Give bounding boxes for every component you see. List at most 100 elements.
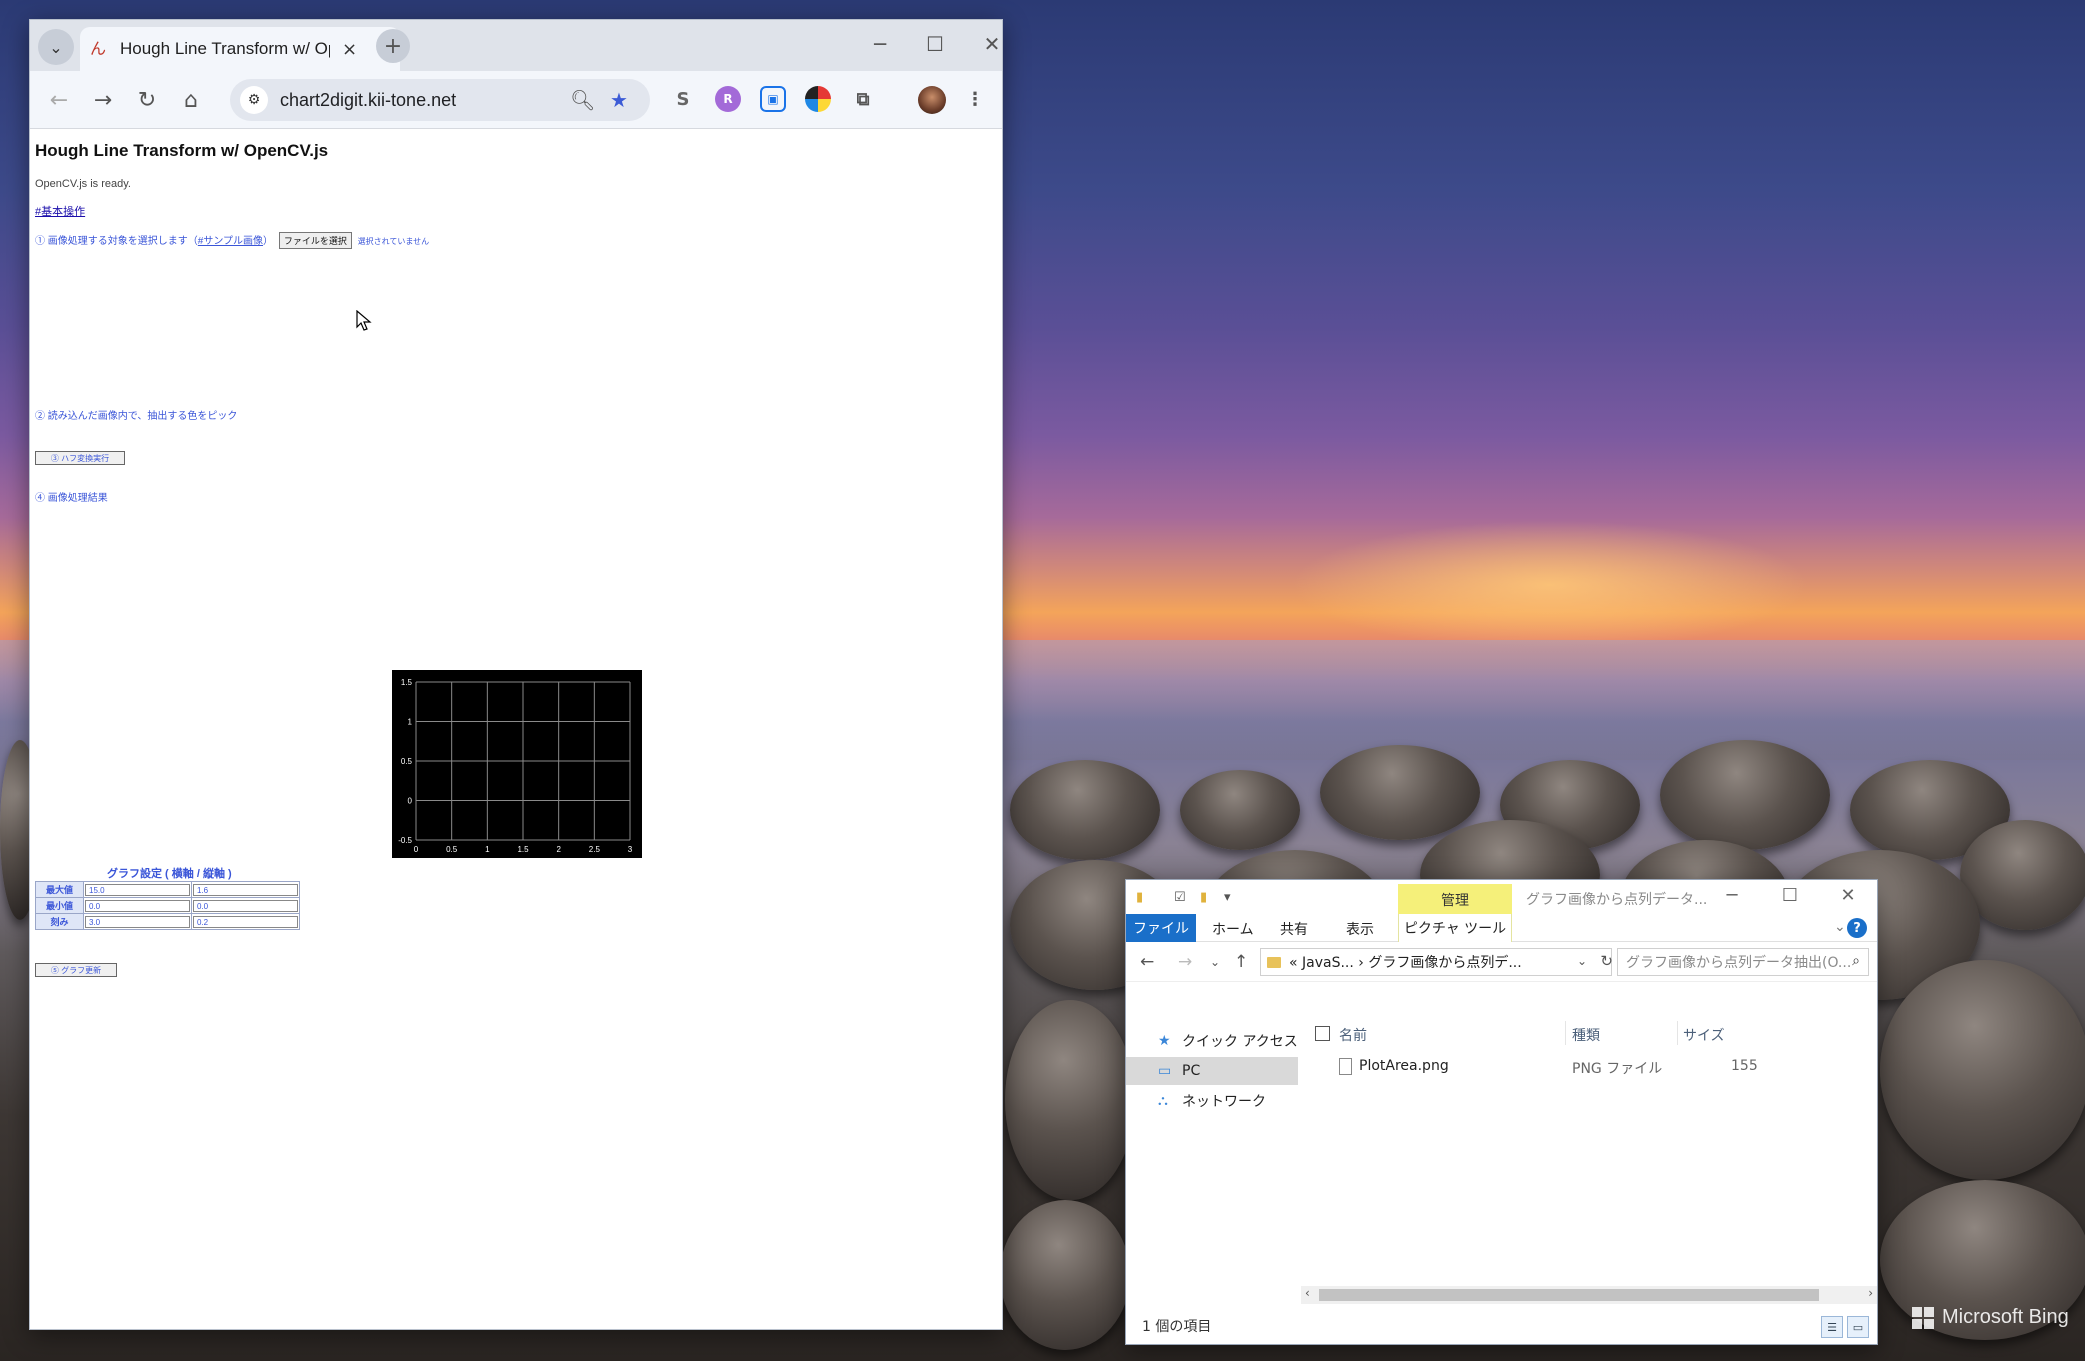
nav-network-label: ネットワーク [1182,1094,1266,1110]
close-tab-icon[interactable]: × [342,39,357,60]
share-tab[interactable]: 共有 [1280,919,1308,939]
x-tick-label: 0.5 [446,845,458,854]
scrollbar-thumb[interactable] [1319,1289,1819,1301]
nav-quick-access[interactable]: ★ クイック アクセス [1126,1027,1298,1055]
forward-icon[interactable]: → [88,85,118,115]
folder-icon[interactable]: ▮ [1136,890,1143,905]
screenshot-extension-icon[interactable]: ▣ [760,86,786,112]
extension-s-icon[interactable]: S [670,86,696,112]
home-icon[interactable]: ⌂ [176,85,206,115]
explorer-minimize-button[interactable]: ─ [1712,885,1752,906]
explorer-search-input[interactable]: グラフ画像から点列データ抽出(O... ⌕ [1617,948,1869,976]
explorer-address-bar[interactable]: « JavaS... › グラフ画像から点列デ... ⌄ ↻ [1260,948,1613,976]
expand-ribbon-icon[interactable]: ⌄ [1834,919,1846,935]
address-dropdown-icon[interactable]: ⌄ [1577,954,1587,968]
active-tab[interactable]: ん Hough Line Transform w/ OpenCV.js × [80,27,400,71]
update-graph-button[interactable]: ⑤ グラフ更新 [35,963,117,977]
basic-operation-link[interactable]: #基本操作 [35,203,85,219]
minimize-button[interactable]: ─ [860,32,900,56]
maximize-button[interactable]: ☐ [915,32,955,56]
sample-image-link[interactable]: #サンプル画像 [198,236,263,247]
help-icon[interactable]: ? [1847,918,1867,938]
picture-tools-tab[interactable]: ピクチャ ツール [1398,914,1512,942]
site-settings-icon[interactable]: ⚙ [240,86,268,114]
explorer-title-bar: ▮ ☑ ▮ ▾ 管理 グラフ画像から点列データ... ─ ☐ ✕ [1126,880,1877,916]
column-type[interactable]: 種類 [1572,1025,1600,1045]
zoom-icon[interactable]: 🔍︎ [570,88,595,112]
tab-bar: ⌄ ん Hough Line Transform w/ OpenCV.js × … [30,20,1002,71]
address-bar[interactable]: ⚙ chart2digit.kii-tone.net 🔍︎ ★ [230,79,650,121]
manage-tab[interactable]: 管理 [1398,884,1512,916]
bookmark-star-icon[interactable]: ★ [610,88,628,112]
color-extension-icon[interactable] [805,86,831,112]
tab-search-button[interactable]: ⌄ [38,29,74,65]
properties-check-icon[interactable]: ☑ [1174,890,1186,905]
hough-transform-button[interactable]: ③ ハフ変換実行 [35,451,125,465]
settings-row-label: 最大値 [35,881,84,898]
home-tab[interactable]: ホーム [1212,919,1254,939]
back-icon[interactable]: ← [44,85,74,115]
computer-icon: ▭ [1158,1063,1172,1079]
rock [1320,745,1480,840]
x-axis-value[interactable]: 15.0 [85,883,190,896]
browser-window: ⌄ ん Hough Line Transform w/ OpenCV.js × … [29,19,1003,1330]
recent-locations-icon[interactable]: ⌄ [1210,955,1220,969]
select-all-checkbox[interactable] [1315,1026,1330,1041]
column-divider[interactable] [1677,1021,1678,1045]
x-axis-input[interactable]: 3.0 [83,913,192,930]
scroll-right-icon[interactable]: › [1868,1286,1873,1300]
menu-kebab-icon[interactable]: ⋮ [962,86,988,112]
x-axis-value[interactable]: 3.0 [85,915,190,928]
y-axis-input[interactable]: 0.2 [191,913,300,930]
x-axis-value[interactable]: 0.0 [85,899,190,912]
x-tick-label: 1.5 [517,845,529,854]
settings-row: 刻み 3.0 0.2 [35,913,300,930]
extensions-puzzle-icon[interactable]: ⧉ [850,86,876,112]
explorer-maximize-button[interactable]: ☐ [1770,885,1810,906]
up-folder-icon[interactable]: ↑ [1234,952,1248,972]
column-size[interactable]: サイズ [1683,1025,1725,1045]
extension-purple-icon[interactable]: R [715,86,741,112]
graph-settings-table: 最大値 15.0 1.6 最小値 0.0 0.0 刻み 3.0 0.2 [35,881,300,930]
explorer-forward-icon[interactable]: → [1178,952,1192,972]
details-view-icon[interactable]: ☰ [1821,1316,1843,1338]
ribbon-tabs: ファイル ホーム 共有 表示 ピクチャ ツール ⌄ ? [1126,914,1877,942]
choose-file-button[interactable]: ファイルを選択 [278,232,352,249]
navigation-pane: ★ クイック アクセス ▭ PC ⛬ ネットワーク [1126,1015,1298,1304]
view-tab[interactable]: 表示 [1346,919,1374,939]
explorer-back-icon[interactable]: ← [1140,952,1154,972]
y-tick-label: 0.5 [401,757,413,766]
nav-network[interactable]: ⛬ ネットワーク [1126,1087,1298,1115]
file-tab[interactable]: ファイル [1126,914,1196,942]
reload-icon[interactable]: ↻ [132,85,162,115]
nav-quick-access-label: クイック アクセス [1182,1034,1298,1050]
new-tab-button[interactable]: + [376,29,410,63]
search-icon: ⌕ [1852,953,1860,969]
horizontal-scrollbar[interactable]: ‹ › [1301,1286,1877,1304]
y-axis-value[interactable]: 0.0 [193,899,298,912]
file-row[interactable]: PlotArea.png PNG ファイル 155 K [1301,1053,1877,1081]
close-window-button[interactable]: ✕ [972,32,1012,56]
new-folder-icon[interactable]: ▮ [1200,890,1207,905]
site-favicon-icon: ん [90,39,107,58]
nav-pc[interactable]: ▭ PC [1126,1057,1298,1085]
png-file-icon [1339,1058,1352,1075]
large-icons-view-icon[interactable]: ▭ [1847,1316,1869,1338]
refresh-icon[interactable]: ↻ [1600,952,1613,970]
x-axis-input[interactable]: 0.0 [83,897,192,914]
profile-avatar[interactable] [918,86,946,114]
x-tick-label: 0 [414,845,419,854]
y-axis-value[interactable]: 0.2 [193,915,298,928]
customize-quick-access-icon[interactable]: ▾ [1224,890,1231,905]
y-axis-input[interactable]: 0.0 [191,897,300,914]
settings-row: 最大値 15.0 1.6 [35,881,300,898]
scroll-left-icon[interactable]: ‹ [1305,1286,1310,1300]
explorer-close-button[interactable]: ✕ [1828,885,1868,906]
y-axis-value[interactable]: 1.6 [193,883,298,896]
rock [1660,740,1830,850]
x-axis-input[interactable]: 15.0 [83,881,192,898]
y-axis-input[interactable]: 1.6 [191,881,300,898]
column-name[interactable]: 名前 [1339,1025,1367,1045]
step4-label: ④ 画像処理結果 [35,493,108,504]
column-divider[interactable] [1565,1021,1566,1045]
